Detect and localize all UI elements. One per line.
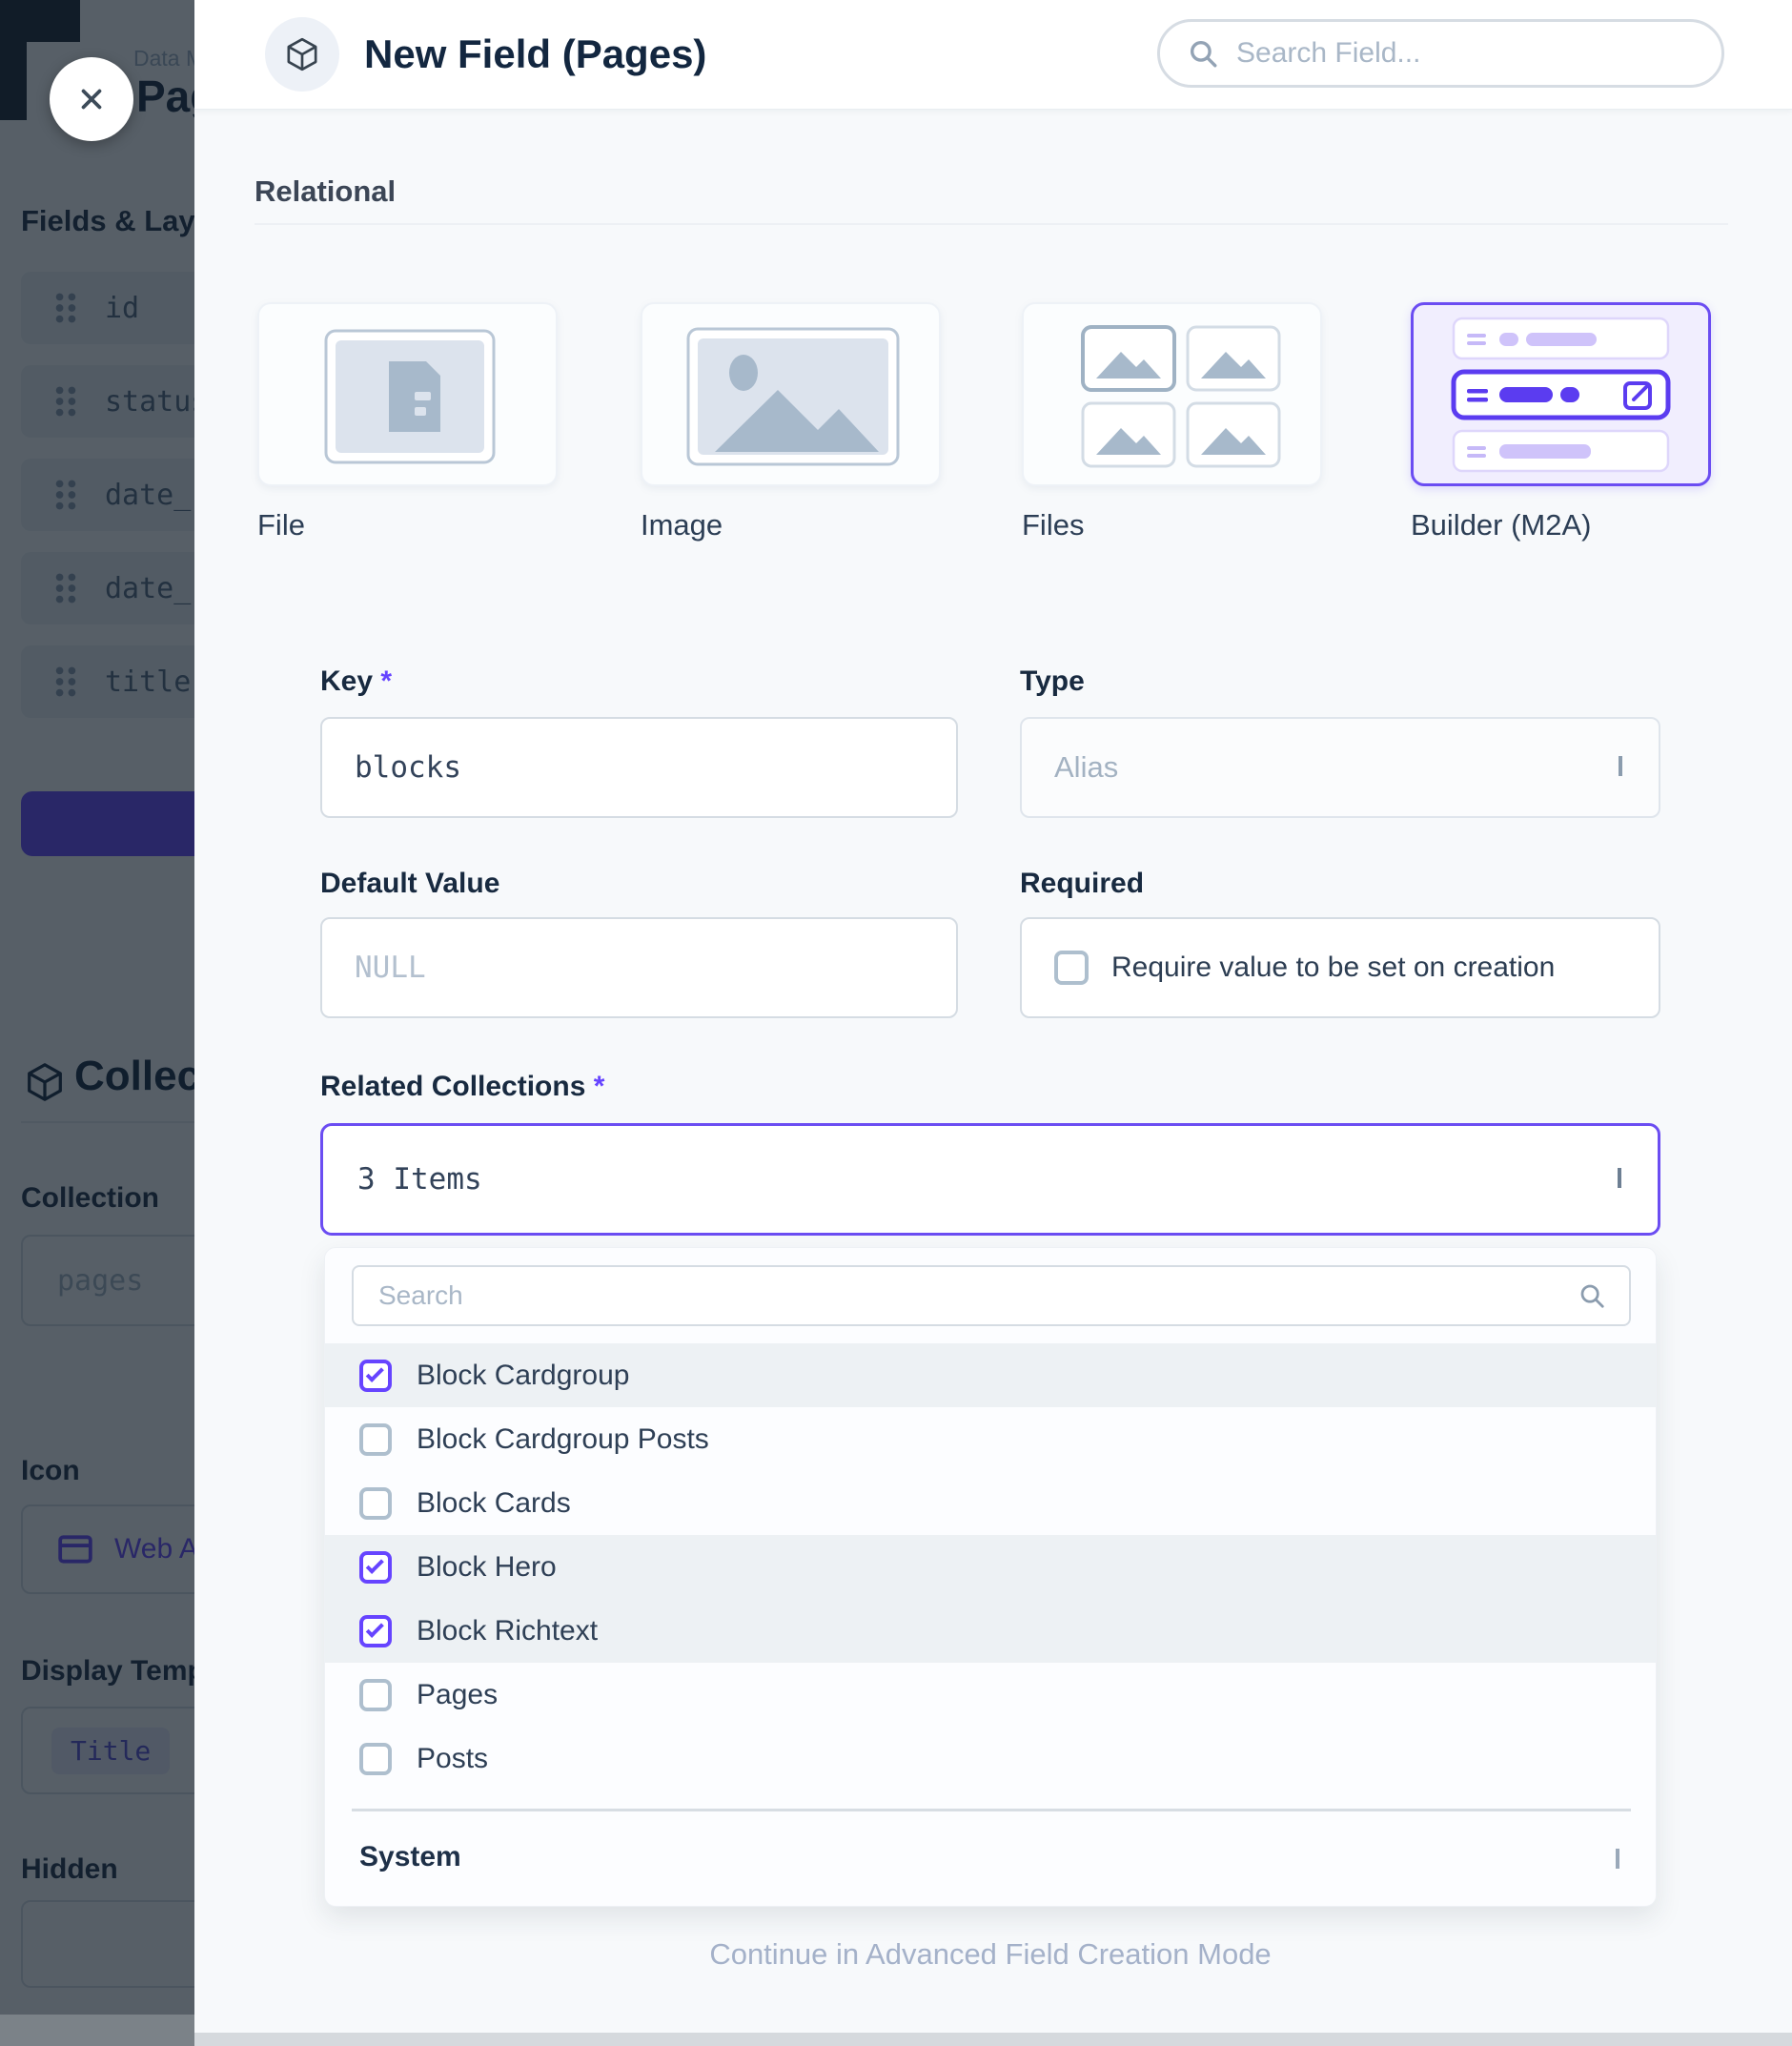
- default-value-label: Default Value: [320, 868, 499, 900]
- key-label: Key *: [320, 665, 392, 698]
- checkbox[interactable]: [359, 1360, 392, 1392]
- key-input[interactable]: [320, 717, 958, 818]
- drawer-footer-edge: [194, 2033, 1792, 2046]
- check-icon: [366, 1556, 384, 1574]
- close-icon: [73, 81, 110, 117]
- app-canvas: Data M Pages Fields & Layouts idstatusda…: [0, 0, 1792, 2046]
- type-label: Type: [1020, 665, 1085, 698]
- builder-illustration: [1414, 305, 1708, 483]
- checkbox[interactable]: [359, 1551, 392, 1584]
- collection-option-label: Posts: [417, 1743, 488, 1775]
- collection-option-label: Block Richtext: [417, 1615, 598, 1647]
- search-icon: [1187, 37, 1219, 70]
- card-file[interactable]: [257, 302, 558, 486]
- card-files[interactable]: [1022, 302, 1322, 486]
- collection-option[interactable]: Block Hero: [325, 1535, 1657, 1599]
- card-label-files: Files: [1022, 508, 1084, 542]
- collection-option-list: Block Cardgroup Block Cardgroup Posts Bloc…: [325, 1343, 1657, 1790]
- divider: [255, 223, 1728, 225]
- sidebar-footer-tint: [0, 2015, 194, 2046]
- check-icon: [366, 1620, 384, 1638]
- collection-option-label: Block Cards: [417, 1487, 571, 1520]
- modal-overlay[interactable]: [0, 0, 194, 2046]
- collection-option-label: Block Hero: [417, 1551, 557, 1584]
- chevron-down-icon: [1619, 756, 1622, 776]
- collection-search-input[interactable]: [378, 1280, 1541, 1311]
- collection-option-label: Block Cardgroup Posts: [417, 1423, 709, 1456]
- card-image[interactable]: [641, 302, 941, 486]
- checkbox[interactable]: [359, 1615, 392, 1647]
- image-illustration: [642, 304, 943, 488]
- collection-search[interactable]: [352, 1265, 1631, 1326]
- related-collections-value: 3 Items: [357, 1162, 482, 1197]
- default-value-input[interactable]: [320, 917, 958, 1018]
- related-collections-select[interactable]: 3 Items: [320, 1123, 1660, 1236]
- advanced-mode-link[interactable]: Continue in Advanced Field Creation Mode: [320, 1937, 1660, 1972]
- collection-option[interactable]: Block Cardgroup Posts: [325, 1407, 1657, 1471]
- chevron-right-icon: [1616, 1849, 1619, 1869]
- collection-option-label: Block Cardgroup: [417, 1360, 629, 1392]
- chevron-up-icon: [1618, 1168, 1621, 1188]
- related-collections-dropdown: Block Cardgroup Block Cardgroup Posts Bloc…: [324, 1247, 1657, 1907]
- file-illustration: [259, 304, 560, 488]
- checkbox[interactable]: [359, 1743, 392, 1775]
- field-icon-circle: [265, 17, 339, 92]
- checkbox[interactable]: [359, 1487, 392, 1520]
- required-field: Require value to be set on creation: [1020, 917, 1660, 1018]
- card-builder-m2a[interactable]: [1411, 302, 1711, 486]
- box-icon: [283, 35, 321, 73]
- collection-option[interactable]: Block Cardgroup: [325, 1343, 1657, 1407]
- drawer-header: New Field (Pages): [194, 0, 1792, 110]
- field-search[interactable]: [1157, 19, 1724, 88]
- section-relational: Relational: [255, 174, 396, 209]
- collection-option[interactable]: Block Richtext: [325, 1599, 1657, 1663]
- card-label-image: Image: [641, 508, 723, 542]
- collection-option[interactable]: Pages: [325, 1663, 1657, 1727]
- checkbox[interactable]: [359, 1679, 392, 1711]
- required-checkbox-label: Require value to be set on creation: [1111, 951, 1555, 984]
- divider: [352, 1809, 1631, 1811]
- files-illustration: [1024, 304, 1324, 488]
- close-button[interactable]: [50, 57, 133, 141]
- collection-option[interactable]: Block Cards: [325, 1471, 1657, 1535]
- drawer-title: New Field (Pages): [364, 31, 706, 77]
- check-icon: [366, 1364, 384, 1382]
- checkbox[interactable]: [359, 1423, 392, 1456]
- type-select[interactable]: Alias: [1020, 717, 1660, 818]
- required-label: Required: [1020, 868, 1144, 900]
- card-label-builder: Builder (M2A): [1411, 508, 1592, 542]
- type-value: Alias: [1054, 750, 1118, 785]
- card-label-file: File: [257, 508, 305, 542]
- system-row[interactable]: System: [325, 1828, 1657, 1887]
- new-field-drawer: New Field (Pages) Relational: [194, 0, 1792, 2046]
- system-label: System: [359, 1841, 461, 1873]
- field-search-input[interactable]: [1236, 37, 1694, 70]
- required-checkbox[interactable]: [1054, 951, 1089, 985]
- collection-option-label: Pages: [417, 1679, 498, 1711]
- related-collections-label: Related Collections *: [320, 1071, 604, 1103]
- search-icon: [1578, 1281, 1606, 1310]
- collection-option[interactable]: Posts: [325, 1727, 1657, 1790]
